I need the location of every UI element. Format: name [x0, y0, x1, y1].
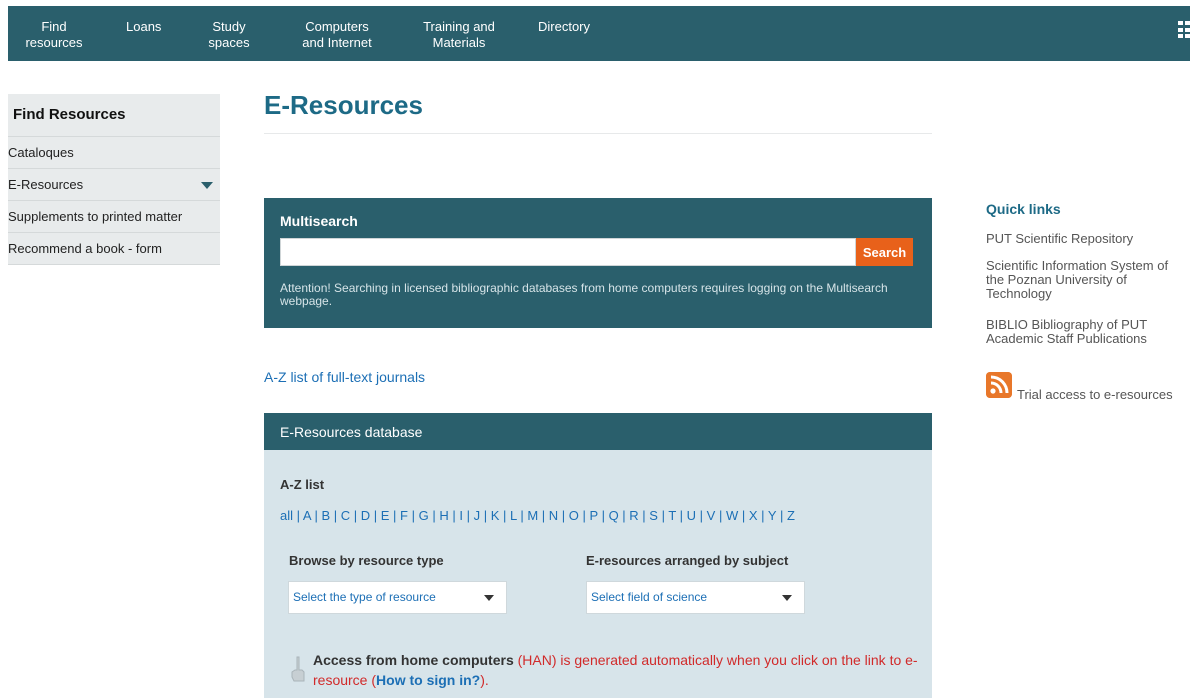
az-letter-n[interactable]: N — [549, 508, 558, 523]
letter-separator: | — [676, 508, 687, 523]
pointing-hand-icon — [291, 656, 305, 682]
home-access-end: ). — [480, 672, 489, 688]
az-letter-u[interactable]: U — [687, 508, 696, 523]
az-letter-r[interactable]: R — [629, 508, 638, 523]
quick-links-title: Quick links — [986, 201, 1061, 217]
chevron-down-icon — [484, 595, 494, 601]
letter-separator: | — [350, 508, 361, 523]
sidebar-item-cataloques[interactable]: Cataloques — [8, 137, 220, 169]
letter-separator: | — [776, 508, 787, 523]
top-navigation: Find resources Loans Study spaces Comput… — [8, 6, 1190, 61]
chevron-down-icon — [782, 595, 792, 601]
multisearch-input[interactable] — [280, 238, 856, 266]
az-letter-z[interactable]: Z — [787, 508, 795, 523]
how-to-sign-in-link[interactable]: How to sign in? — [376, 672, 480, 688]
az-letter-list: all | A | B | C | D | E | F | G | H | I … — [280, 508, 795, 523]
az-letter-b[interactable]: B — [321, 508, 330, 523]
resource-type-select-value: Select the type of resource — [293, 590, 436, 604]
az-letter-c[interactable]: C — [341, 508, 350, 523]
page-title: E-Resources — [264, 90, 423, 120]
letter-separator: | — [408, 508, 419, 523]
home-access-bold: Access from home computers — [313, 652, 514, 668]
letter-separator: | — [618, 508, 630, 523]
home-access-notice: Access from home computers (HAN) is gene… — [313, 650, 923, 690]
letter-separator: | — [657, 508, 669, 523]
sidebar-item-supplements[interactable]: Supplements to printed matter — [8, 201, 220, 233]
letter-separator: | — [370, 508, 381, 523]
nav-study-spaces[interactable]: Study spaces — [204, 19, 254, 51]
az-letter-l[interactable]: L — [510, 508, 517, 523]
rss-icon[interactable] — [986, 372, 1012, 398]
letter-separator: | — [597, 508, 609, 523]
letter-separator: | — [293, 508, 303, 523]
az-letter-s[interactable]: S — [649, 508, 658, 523]
az-letter-q[interactable]: Q — [609, 508, 619, 523]
az-list-label: A-Z list — [280, 477, 325, 492]
nav-training-materials[interactable]: Training and Materials — [414, 19, 504, 51]
letter-separator: | — [330, 508, 341, 523]
letter-separator: | — [738, 508, 749, 523]
letter-separator: | — [499, 508, 510, 523]
sidebar-item-e-resources[interactable]: E-Resources — [8, 169, 220, 201]
az-letter-p[interactable]: P — [590, 508, 598, 523]
sidebar-heading: Find Resources — [8, 94, 220, 137]
az-letter-f[interactable]: F — [400, 508, 408, 523]
nav-find-resources[interactable]: Find resources — [24, 19, 84, 51]
quick-link-repository[interactable]: PUT Scientific Repository — [986, 232, 1186, 246]
sidebar-item-label: Cataloques — [8, 145, 74, 160]
resource-type-select[interactable]: Select the type of resource — [288, 581, 507, 614]
title-divider — [264, 133, 932, 134]
search-button[interactable]: Search — [856, 238, 913, 266]
letter-separator: | — [310, 508, 322, 523]
sidebar-item-recommend-book[interactable]: Recommend a book - form — [8, 233, 220, 265]
letter-separator: | — [538, 508, 549, 523]
letter-separator: | — [480, 508, 491, 523]
az-letter-d[interactable]: D — [361, 508, 370, 523]
az-letter-h[interactable]: H — [439, 508, 448, 523]
letter-separator: | — [757, 508, 768, 523]
letter-separator: | — [558, 508, 569, 523]
chevron-down-icon[interactable] — [201, 182, 213, 189]
az-letter-a[interactable]: A — [303, 508, 311, 523]
quick-link-information-system[interactable]: Scientific Information System of the Poz… — [986, 259, 1186, 301]
letter-separator: | — [516, 508, 528, 523]
az-letter-m[interactable]: M — [527, 508, 538, 523]
browse-type-heading: Browse by resource type — [289, 553, 444, 568]
sidebar-item-label: E-Resources — [8, 177, 84, 192]
nav-directory[interactable]: Directory — [538, 19, 590, 35]
multisearch-note: Attention! Searching in licensed bibliog… — [280, 281, 888, 308]
letter-separator: | — [389, 508, 401, 523]
grid-menu-icon[interactable] — [1178, 21, 1190, 39]
letter-separator: | — [428, 508, 440, 523]
sidebar-item-label: Supplements to printed matter — [8, 209, 183, 224]
az-letter-t[interactable]: T — [668, 508, 676, 523]
nav-computers-internet[interactable]: Computers and Internet — [297, 19, 377, 51]
quick-link-biblio[interactable]: BIBLIO Bibliography of PUT Academic Staf… — [986, 318, 1186, 346]
e-resources-database-panel: E-Resources database A-Z list all | A | … — [264, 413, 932, 698]
letter-separator: | — [462, 508, 474, 523]
letter-separator: | — [638, 508, 650, 523]
letter-separator: | — [448, 508, 460, 523]
az-letter-all[interactable]: all — [280, 508, 293, 523]
az-letter-w[interactable]: W — [726, 508, 738, 523]
trial-access-link[interactable]: Trial access to e-resources — [1017, 387, 1173, 402]
nav-loans[interactable]: Loans — [126, 19, 161, 35]
field-of-science-select[interactable]: Select field of science — [586, 581, 805, 614]
az-letter-g[interactable]: G — [419, 508, 429, 523]
letter-separator: | — [578, 508, 590, 523]
subject-heading: E-resources arranged by subject — [586, 553, 789, 568]
field-of-science-select-value: Select field of science — [591, 590, 708, 604]
multisearch-title: Multisearch — [280, 213, 358, 229]
e-resources-heading: E-Resources database — [264, 413, 932, 450]
sidebar: Find Resources Cataloques E-Resources Su… — [8, 94, 220, 265]
az-letter-x[interactable]: X — [749, 508, 758, 523]
letter-separator: | — [715, 508, 726, 523]
letter-separator: | — [696, 508, 707, 523]
multisearch-panel: Multisearch Search Attention! Searching … — [264, 198, 932, 328]
sidebar-item-label: Recommend a book - form — [8, 241, 162, 256]
az-journals-link[interactable]: A-Z list of full-text journals — [264, 369, 425, 385]
az-letter-o[interactable]: O — [569, 508, 579, 523]
